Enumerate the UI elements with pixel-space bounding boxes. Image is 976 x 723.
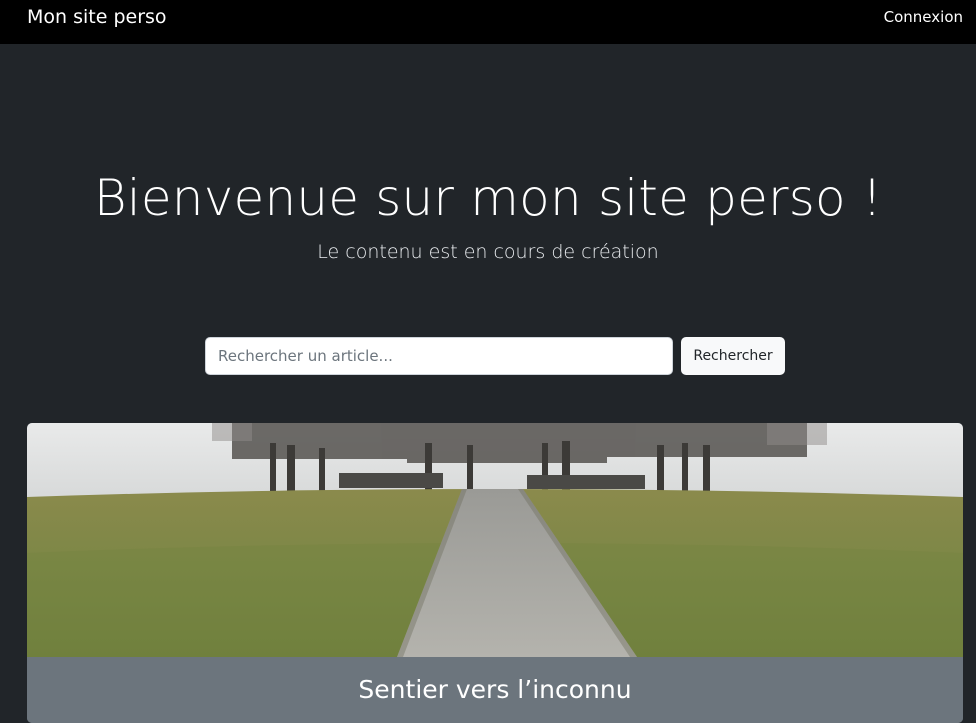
search-input[interactable] [205, 337, 673, 375]
hero-title: Bienvenue sur mon site perso ! [93, 169, 883, 227]
login-link[interactable]: Connexion [884, 7, 963, 27]
brand-link[interactable]: Mon site perso [27, 6, 167, 28]
article-title[interactable]: Sentier vers l’inconnu [27, 673, 963, 707]
article-card-body: Sentier vers l’inconnu [27, 657, 963, 723]
navbar: Mon site perso Connexion [0, 0, 976, 44]
search-button[interactable]: Rechercher [681, 337, 785, 375]
article-image [27, 423, 963, 657]
article-card[interactable]: Sentier vers l’inconnu [27, 423, 963, 723]
hero-subtitle: Le contenu est en cours de création [317, 241, 659, 263]
